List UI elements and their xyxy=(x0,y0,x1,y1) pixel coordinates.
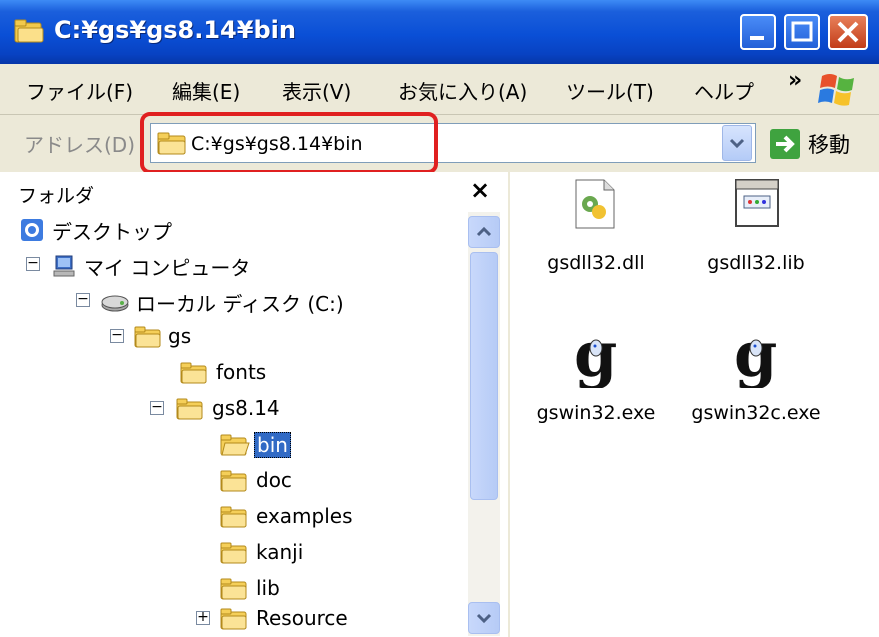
tree-label: doc xyxy=(256,468,292,492)
go-arrow-icon[interactable] xyxy=(770,129,800,159)
collapse-icon[interactable]: − xyxy=(110,328,124,343)
address-label: アドレス(D) xyxy=(24,133,136,157)
tree-label: fonts xyxy=(216,360,267,384)
menu-favorites[interactable]: お気に入り(A) xyxy=(398,76,527,105)
folder-icon xyxy=(220,506,247,528)
expand-icon[interactable]: + xyxy=(196,610,210,625)
ghostscript-icon: g xyxy=(574,326,617,388)
folder-pane-scrollbar[interactable] xyxy=(468,212,500,636)
tree-label: マイ コンピュータ xyxy=(84,256,251,280)
folder-pane: フォルダ × デスクトップ − マイ コンピュータ − ローカル ディスク (C… xyxy=(0,172,510,637)
file-name: gsdll32.lib xyxy=(707,252,805,274)
maximize-icon xyxy=(791,21,813,42)
file-name: gswin32c.exe xyxy=(691,402,821,424)
folder-icon xyxy=(180,362,207,384)
chevron-down-icon xyxy=(476,613,492,624)
desktop-icon xyxy=(21,219,43,241)
folder-icon xyxy=(220,578,247,600)
scroll-thumb[interactable] xyxy=(470,252,498,500)
file-name: gswin32.exe xyxy=(536,402,656,424)
ghostscript-icon: g xyxy=(734,326,777,388)
collapse-icon[interactable]: − xyxy=(26,256,40,271)
tree-label: lib xyxy=(256,576,280,600)
tree-label: ローカル ディスク (C:) xyxy=(136,292,344,316)
folder-pane-header: フォルダ × xyxy=(0,172,508,212)
menu-edit[interactable]: 編集(E) xyxy=(172,76,240,105)
folder-pane-title: フォルダ xyxy=(18,185,95,207)
collapse-icon[interactable]: − xyxy=(150,400,164,415)
menu-view[interactable]: 表示(V) xyxy=(282,76,351,105)
close-pane-icon[interactable]: × xyxy=(470,176,490,204)
file-list-pane: gsdll32.dll gsdll32.lib g gswin32.exe g … xyxy=(510,172,879,637)
folder-icon xyxy=(220,470,247,492)
tree-label: kanji xyxy=(256,540,304,564)
tree-label: gs xyxy=(168,324,192,348)
explorer-window: C:¥gs¥gs8.14¥bin ファイル(F) 編集(E) 表示(V) お気に… xyxy=(0,0,879,637)
tree-label-selected: bin xyxy=(254,432,291,458)
menu-tools[interactable]: ツール(T) xyxy=(566,76,654,105)
address-bar: アドレス(D) C:¥gs¥gs8.14¥bin 移動 xyxy=(0,115,879,171)
menu-help[interactable]: ヘルプ xyxy=(694,76,754,105)
file-name: gsdll32.dll xyxy=(547,252,645,274)
close-icon xyxy=(837,21,859,43)
folder-icon xyxy=(134,326,161,348)
local-disk-icon xyxy=(101,295,129,312)
chevron-up-icon xyxy=(476,226,492,237)
menu-bar: ファイル(F) 編集(E) 表示(V) お気に入り(A) ツール(T) ヘルプ … xyxy=(0,64,879,115)
address-dropdown-button[interactable] xyxy=(722,125,752,161)
collapse-icon[interactable]: − xyxy=(76,292,90,307)
folder-icon xyxy=(176,398,203,420)
maximize-button[interactable] xyxy=(784,14,820,50)
minimize-icon xyxy=(750,36,764,40)
tree-label: gs8.14 xyxy=(212,396,280,420)
tree-label: デスクトップ xyxy=(52,220,172,244)
dll-file-icon xyxy=(575,179,615,229)
windows-logo-icon xyxy=(812,70,864,110)
title-bar[interactable]: C:¥gs¥gs8.14¥bin xyxy=(0,0,879,64)
folder-icon xyxy=(220,608,247,630)
scroll-down-button[interactable] xyxy=(468,602,500,634)
tree-label: Resource xyxy=(256,606,348,630)
svg-text:g: g xyxy=(734,326,777,388)
folder-open-icon xyxy=(14,19,44,43)
close-button[interactable] xyxy=(828,14,868,50)
minimize-button[interactable] xyxy=(740,14,776,50)
chevron-down-icon xyxy=(729,138,745,149)
window-title: C:¥gs¥gs8.14¥bin xyxy=(54,16,296,44)
menu-more-chevron-icon[interactable]: » xyxy=(788,68,802,93)
folder-open-icon xyxy=(220,434,250,456)
folder-icon xyxy=(220,542,247,564)
menu-file[interactable]: ファイル(F) xyxy=(26,76,133,105)
svg-text:g: g xyxy=(574,326,617,388)
scroll-up-button[interactable] xyxy=(468,216,500,248)
tree-label: examples xyxy=(256,504,353,528)
lib-file-icon xyxy=(735,179,779,227)
go-button[interactable]: 移動 xyxy=(808,129,850,159)
my-computer-icon xyxy=(53,255,75,277)
address-highlight-box xyxy=(140,112,438,174)
